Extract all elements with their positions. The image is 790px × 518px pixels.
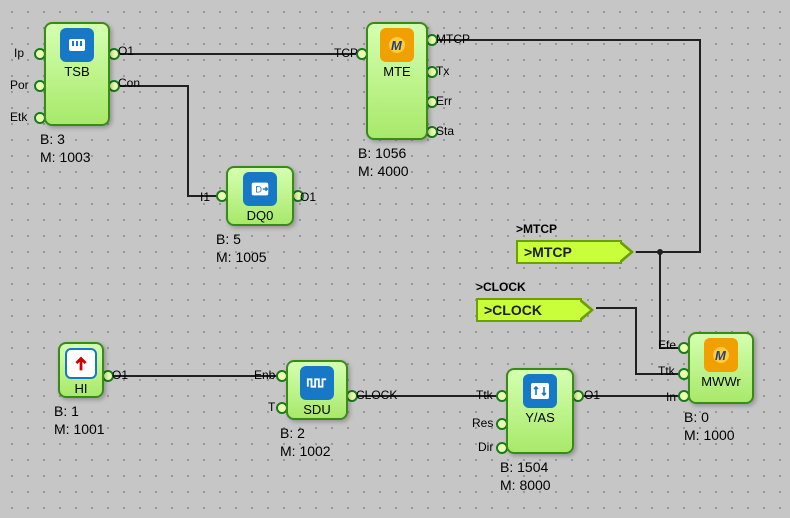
block-sdu-meta: B: 2 M: 1002 xyxy=(280,424,331,460)
counter-icon xyxy=(523,374,557,408)
pin-mte-sta: Sta xyxy=(436,124,454,138)
svg-text:M: M xyxy=(715,348,727,363)
pin-yas-dir: Dir xyxy=(478,440,493,454)
pin-sdu-clock: CLOCK xyxy=(356,388,397,402)
pin-tsb-ip: Ip xyxy=(14,46,24,60)
block-tsb-meta: B: 3 M: 1003 xyxy=(40,130,91,166)
net-label-mtcp[interactable]: >MTCP xyxy=(516,240,622,264)
pin-mte-tx: Tx xyxy=(436,64,449,78)
block-hi-title: HI xyxy=(75,381,88,396)
pin-mte-tcp: TCP xyxy=(334,46,358,60)
net-label-mtcp-text: >MTCP xyxy=(524,244,572,260)
ethernet-icon xyxy=(60,28,94,62)
block-mwwr-meta: B: 0 M: 1000 xyxy=(684,408,735,444)
net-label-clock-text: >CLOCK xyxy=(484,302,542,318)
latch-icon: D xyxy=(243,172,277,206)
block-tsb-title: TSB xyxy=(64,64,89,79)
block-mwwr-title: MWWr xyxy=(701,374,740,389)
arrow-up-icon xyxy=(65,348,97,379)
diagram-canvas[interactable]: TSB B: 3 M: 1003 Ip Por Etk O1 Con D DQ0… xyxy=(0,0,790,518)
block-mte[interactable]: M MTE xyxy=(366,22,428,140)
gear-m-icon: M xyxy=(380,28,414,62)
block-dq0[interactable]: D DQ0 xyxy=(226,166,294,226)
pin-tsb-etk: Etk xyxy=(10,110,27,124)
net-caption-mtcp: >MTCP xyxy=(516,222,557,236)
pin-sdu-t: T xyxy=(268,400,275,414)
pin-mwwr-in: In xyxy=(666,390,676,404)
svg-text:D: D xyxy=(255,185,262,195)
block-mte-meta: B: 1056 M: 4000 xyxy=(358,144,409,180)
block-tsb[interactable]: TSB xyxy=(44,22,110,126)
pulse-icon xyxy=(300,366,334,400)
pin-tsb-con: Con xyxy=(118,76,140,90)
block-sdu[interactable]: SDU xyxy=(286,360,348,420)
pin-mwwr-ttk: Ttk xyxy=(658,364,675,378)
block-hi[interactable]: HI xyxy=(58,342,104,398)
pin-mwwr-efe: Efe xyxy=(658,338,676,352)
pin-mte-err: Err xyxy=(436,94,452,108)
svg-text:M: M xyxy=(391,38,403,53)
pin-yas-res: Res xyxy=(472,416,493,430)
net-label-clock[interactable]: >CLOCK xyxy=(476,298,582,322)
block-dq0-title: DQ0 xyxy=(247,208,274,223)
block-sdu-title: SDU xyxy=(303,402,330,417)
net-caption-clock: >CLOCK xyxy=(476,280,526,294)
pin-dq0-i1: I1 xyxy=(200,190,210,204)
block-yas-title: Y/AS xyxy=(525,410,555,425)
block-mwwr[interactable]: M MWWr xyxy=(688,332,754,404)
block-mte-title: MTE xyxy=(383,64,410,79)
block-yas[interactable]: Y/AS xyxy=(506,368,574,454)
pin-dq0-o1: O1 xyxy=(300,190,316,204)
block-yas-meta: B: 1504 M: 8000 xyxy=(500,458,551,494)
pin-yas-o1: O1 xyxy=(584,388,600,402)
pin-tsb-por: Por xyxy=(10,78,29,92)
pin-sdu-enb: Enb xyxy=(254,368,275,382)
pin-mte-mtcp: MTCP xyxy=(436,32,470,46)
pin-hi-o1: O1 xyxy=(112,368,128,382)
block-hi-meta: B: 1 M: 1001 xyxy=(54,402,105,438)
pin-tsb-o1: O1 xyxy=(118,44,134,58)
gear-m-icon: M xyxy=(704,338,738,372)
block-dq0-meta: B: 5 M: 1005 xyxy=(216,230,267,266)
pin-yas-ttk: Ttk xyxy=(476,388,493,402)
